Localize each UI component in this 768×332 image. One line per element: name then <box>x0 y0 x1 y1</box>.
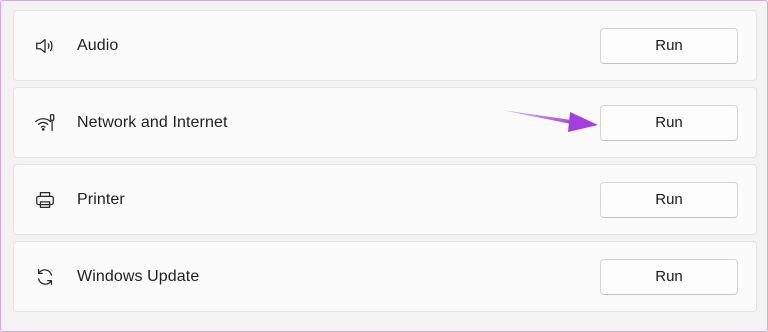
run-windows-update-button[interactable]: Run <box>600 258 738 295</box>
run-network-button[interactable]: Run <box>600 104 738 141</box>
printer-icon <box>33 188 57 212</box>
troubleshooter-row-network: Network and Internet Run <box>13 87 757 158</box>
run-audio-button[interactable]: Run <box>600 27 738 64</box>
speaker-icon <box>33 34 57 58</box>
troubleshooter-row-printer: Printer Run <box>13 164 757 235</box>
sync-icon <box>33 265 57 289</box>
row-label: Network and Internet <box>77 113 228 131</box>
run-printer-button[interactable]: Run <box>600 181 738 218</box>
troubleshooter-panel: Audio Run Network and Internet Run Print… <box>0 0 768 332</box>
row-label: Printer <box>77 190 125 208</box>
troubleshooter-list: Audio Run Network and Internet Run Print… <box>13 10 757 318</box>
troubleshooter-row-windows-update: Windows Update Run <box>13 241 757 312</box>
troubleshooter-row-audio: Audio Run <box>13 10 757 81</box>
row-label: Audio <box>77 36 119 54</box>
network-icon <box>33 111 57 135</box>
row-label: Windows Update <box>77 267 200 285</box>
